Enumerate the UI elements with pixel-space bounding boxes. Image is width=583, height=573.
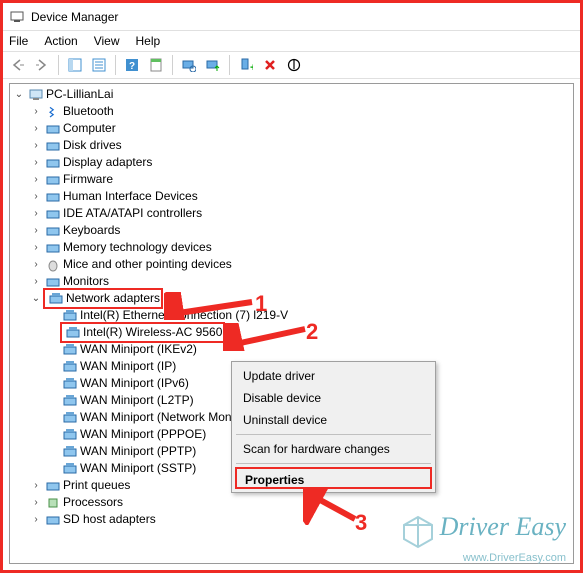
disable-button[interactable] bbox=[283, 54, 305, 76]
menubar: File Action View Help bbox=[3, 31, 580, 51]
forward-button[interactable] bbox=[31, 54, 53, 76]
sheet-button[interactable] bbox=[145, 54, 167, 76]
expand-icon[interactable]: › bbox=[29, 477, 43, 494]
device-icon bbox=[45, 206, 61, 222]
device-icon bbox=[45, 257, 61, 273]
tree-node[interactable]: ›Mice and other pointing devices bbox=[12, 256, 573, 273]
menu-view[interactable]: View bbox=[94, 34, 120, 48]
device-manager-icon bbox=[9, 9, 25, 25]
add-legacy-button[interactable]: + bbox=[235, 54, 257, 76]
expand-icon[interactable]: › bbox=[29, 103, 43, 120]
ctx-update-driver[interactable]: Update driver bbox=[235, 365, 432, 387]
update-driver-button[interactable] bbox=[202, 54, 224, 76]
annotation-3: 3 bbox=[355, 510, 367, 536]
tree-node[interactable]: ›Human Interface Devices bbox=[12, 188, 573, 205]
device-icon bbox=[45, 155, 61, 171]
expand-icon[interactable]: › bbox=[29, 256, 43, 273]
expand-icon[interactable]: › bbox=[29, 222, 43, 239]
show-hide-tree-button[interactable] bbox=[64, 54, 86, 76]
device-icon bbox=[45, 138, 61, 154]
device-icon bbox=[45, 495, 61, 511]
root-node[interactable]: ⌄ PC-LillianLai bbox=[12, 86, 573, 103]
scan-hardware-button[interactable] bbox=[178, 54, 200, 76]
annotation-1: 1 bbox=[255, 291, 267, 317]
expand-icon[interactable]: › bbox=[29, 273, 43, 290]
tree-node[interactable]: ›Processors bbox=[12, 494, 573, 511]
expand-icon[interactable]: › bbox=[29, 154, 43, 171]
device-icon bbox=[45, 104, 61, 120]
expand-icon[interactable]: › bbox=[29, 494, 43, 511]
computer-icon bbox=[28, 87, 44, 103]
context-menu: Update driver Disable device Uninstall d… bbox=[231, 361, 436, 493]
network-adapter-icon bbox=[62, 376, 78, 392]
expand-icon[interactable]: › bbox=[29, 188, 43, 205]
collapse-icon[interactable]: ⌄ bbox=[29, 290, 43, 307]
tree-node[interactable]: ›Memory technology devices bbox=[12, 239, 573, 256]
network-adapter-icon bbox=[62, 410, 78, 426]
expand-icon[interactable]: › bbox=[29, 120, 43, 137]
properties-toolbar-button[interactable] bbox=[88, 54, 110, 76]
window-title: Device Manager bbox=[31, 10, 118, 24]
network-adapter-icon bbox=[65, 325, 81, 341]
device-icon bbox=[45, 172, 61, 188]
tree-node[interactable]: ›Disk drives bbox=[12, 137, 573, 154]
network-adapters-node[interactable]: ⌄ Network adapters bbox=[12, 290, 573, 307]
expand-icon[interactable]: › bbox=[29, 137, 43, 154]
device-icon bbox=[45, 240, 61, 256]
menu-action[interactable]: Action bbox=[44, 34, 77, 48]
ctx-uninstall-device[interactable]: Uninstall device bbox=[235, 409, 432, 431]
tree-node[interactable]: ›SD host adapters bbox=[12, 511, 573, 528]
tree-node[interactable]: ›Firmware bbox=[12, 171, 573, 188]
back-button[interactable] bbox=[7, 54, 29, 76]
tree-node[interactable]: ›Keyboards bbox=[12, 222, 573, 239]
device-icon bbox=[45, 189, 61, 205]
tree-node[interactable]: ›Display adapters bbox=[12, 154, 573, 171]
network-adapter-icon bbox=[62, 444, 78, 460]
ctx-scan-hardware[interactable]: Scan for hardware changes bbox=[235, 438, 432, 460]
tree-node[interactable]: ›IDE ATA/ATAPI controllers bbox=[12, 205, 573, 222]
titlebar: Device Manager bbox=[3, 3, 580, 31]
ctx-properties[interactable]: Properties bbox=[235, 467, 432, 489]
expand-icon[interactable]: › bbox=[29, 205, 43, 222]
device-icon bbox=[45, 512, 61, 528]
menu-help[interactable]: Help bbox=[136, 34, 161, 48]
tree-node[interactable]: ›Computer bbox=[12, 120, 573, 137]
toolbar: ? + bbox=[3, 51, 580, 79]
network-adapter-icon bbox=[62, 359, 78, 375]
uninstall-button[interactable] bbox=[259, 54, 281, 76]
annotation-2: 2 bbox=[306, 319, 318, 345]
network-adapter-icon bbox=[62, 461, 78, 477]
collapse-icon[interactable]: ⌄ bbox=[12, 86, 26, 103]
menu-file[interactable]: File bbox=[9, 34, 28, 48]
network-adapter-icon bbox=[48, 291, 64, 307]
expand-icon[interactable]: › bbox=[29, 239, 43, 256]
expand-icon[interactable]: › bbox=[29, 171, 43, 188]
ctx-disable-device[interactable]: Disable device bbox=[235, 387, 432, 409]
device-icon bbox=[45, 121, 61, 137]
svg-text:?: ? bbox=[129, 61, 135, 72]
help-button[interactable]: ? bbox=[121, 54, 143, 76]
network-adapter-icon bbox=[62, 342, 78, 358]
network-adapter-icon bbox=[62, 427, 78, 443]
device-icon bbox=[45, 223, 61, 239]
expand-icon[interactable]: › bbox=[29, 511, 43, 528]
tree-node[interactable]: ›Bluetooth bbox=[12, 103, 573, 120]
device-icon bbox=[45, 478, 61, 494]
svg-text:+: + bbox=[250, 62, 253, 72]
network-adapter-icon bbox=[62, 393, 78, 409]
